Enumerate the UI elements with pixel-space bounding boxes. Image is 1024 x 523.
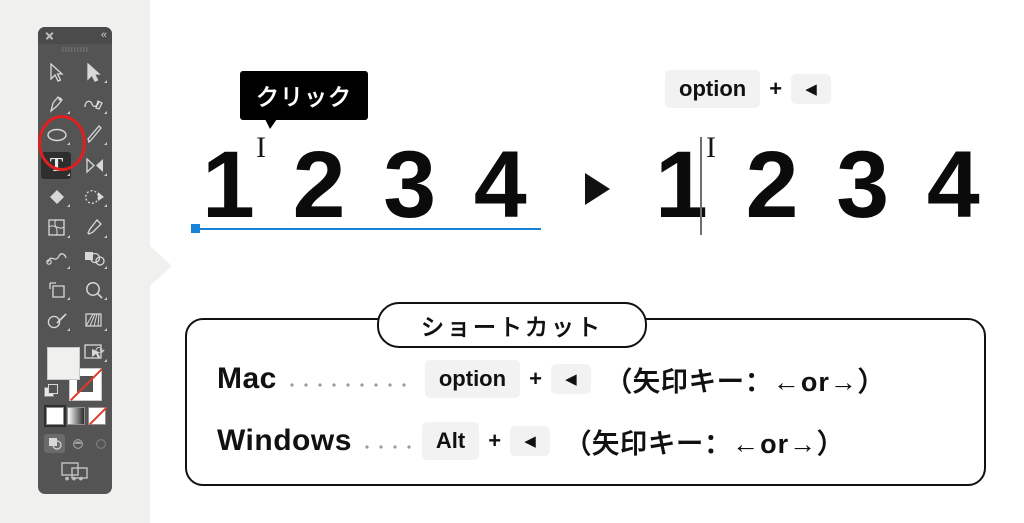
tool-expand-corner (67, 111, 70, 114)
tooltip-tail (265, 119, 277, 129)
tool-expand-corner (104, 235, 107, 238)
text-before: 1 2 3 4 (202, 132, 533, 238)
illustrator-toolbar[interactable]: « T ↷ ••• (38, 27, 112, 494)
tool-expand-corner (67, 173, 70, 176)
tool-expand-corner (104, 297, 107, 300)
tool-expand-corner (104, 328, 107, 331)
toolbar-header: « (38, 27, 112, 52)
swap-fill-stroke-icon[interactable]: ↷ (95, 344, 105, 358)
close-icon[interactable] (45, 31, 54, 40)
tool-expand-corner (104, 80, 107, 83)
tool-zoom[interactable] (75, 274, 112, 305)
tool-expand-corner (104, 266, 107, 269)
text-caret (700, 137, 702, 235)
dot-leader (359, 445, 412, 449)
tool-direct-selection[interactable] (75, 57, 112, 88)
tool-expand-corner (104, 204, 107, 207)
os-label-mac: Mac (217, 362, 277, 395)
dot-leader (284, 383, 415, 387)
key-option-mac[interactable]: option (424, 360, 521, 398)
click-tooltip: クリック (240, 71, 368, 129)
text-ibeam-cursor: I (256, 131, 266, 164)
arrow-key-note-windows: （矢印キー：←or→） (564, 428, 846, 459)
fill-type-row[interactable] (44, 405, 106, 427)
draw-behind-button[interactable] (67, 434, 88, 453)
os-label-windows: Windows (217, 424, 352, 457)
key-option[interactable]: option (665, 70, 761, 108)
plus-symbol-mac: + (529, 366, 542, 391)
draw-inside-button[interactable] (90, 434, 111, 453)
tool-eyedropper[interactable] (75, 212, 112, 243)
shortcut-title-pill: ショートカット (377, 302, 647, 348)
panel-notch-arrow (150, 246, 172, 286)
tool-artboard[interactable] (38, 274, 75, 305)
draw-normal-button[interactable] (44, 434, 65, 453)
tool-selection[interactable] (38, 57, 75, 88)
text-baseline (193, 228, 541, 230)
tool-gradient-mesh[interactable] (38, 212, 75, 243)
text-anchor-point (191, 224, 200, 233)
key-arrow-left[interactable]: ◀ (791, 74, 832, 104)
top-key-hint: option + ◀ (665, 70, 832, 108)
shortcut-row-windows: Windows Alt + ◀ （矢印キー：←or→） (187, 410, 984, 472)
tool-curvature[interactable] (75, 88, 112, 119)
color-fill-button[interactable] (44, 405, 66, 427)
tool-blend[interactable] (38, 243, 75, 274)
default-fill-stroke-icon[interactable] (44, 384, 58, 397)
tool-grid: T (38, 57, 112, 367)
shortcut-row-mac: Mac option + ◀ （矢印キー：←or→） (187, 348, 984, 410)
key-alt-windows[interactable]: Alt (421, 422, 480, 460)
key-arrow-left-mac[interactable]: ◀ (550, 364, 591, 394)
draw-mode-row[interactable] (44, 434, 111, 453)
tool-live-paint[interactable] (75, 181, 112, 212)
collapse-icon[interactable]: « (101, 30, 107, 41)
tooltip-label: クリック (256, 84, 352, 110)
tool-expand-corner (67, 297, 70, 300)
plus-symbol: + (769, 76, 783, 101)
tool-shape-builder[interactable] (38, 181, 75, 212)
tool-shaper[interactable] (38, 305, 75, 336)
tool-symbol-sprayer[interactable] (75, 243, 112, 274)
arrow-key-note-mac: （矢印キー：←or→） (604, 366, 886, 397)
shortcut-rows: Mac option + ◀ （矢印キー：←or→） Windows Alt +… (187, 348, 984, 472)
drag-handle[interactable] (62, 47, 88, 52)
tool-expand-corner (67, 204, 70, 207)
tool-perspective-grid[interactable] (75, 305, 112, 336)
key-arrow-left-windows[interactable]: ◀ (510, 426, 551, 456)
text-ibeam-cursor-after: I (706, 131, 716, 164)
fill-swatch[interactable] (47, 347, 80, 380)
toolbar-more-options[interactable]: ••• (65, 471, 86, 485)
tool-expand-corner (67, 235, 70, 238)
tool-expand-corner (67, 266, 70, 269)
tool-pen[interactable] (38, 88, 75, 119)
text-after: 1 2 3 4 (655, 132, 986, 238)
tool-expand-corner (104, 111, 107, 114)
play-arrow-icon (585, 173, 610, 205)
plus-symbol-windows: + (488, 428, 502, 453)
tool-expand-corner (104, 142, 107, 145)
screenshot-root: « T ↷ ••• クリック 1 2 3 4 I 1 2 3 4 I optio… (0, 0, 1024, 523)
gradient-fill-button[interactable] (67, 407, 85, 425)
tool-expand-corner (67, 328, 70, 331)
type-tool-highlight-circle (38, 115, 86, 171)
tool-expand-corner (104, 173, 107, 176)
none-fill-button[interactable] (88, 407, 106, 425)
